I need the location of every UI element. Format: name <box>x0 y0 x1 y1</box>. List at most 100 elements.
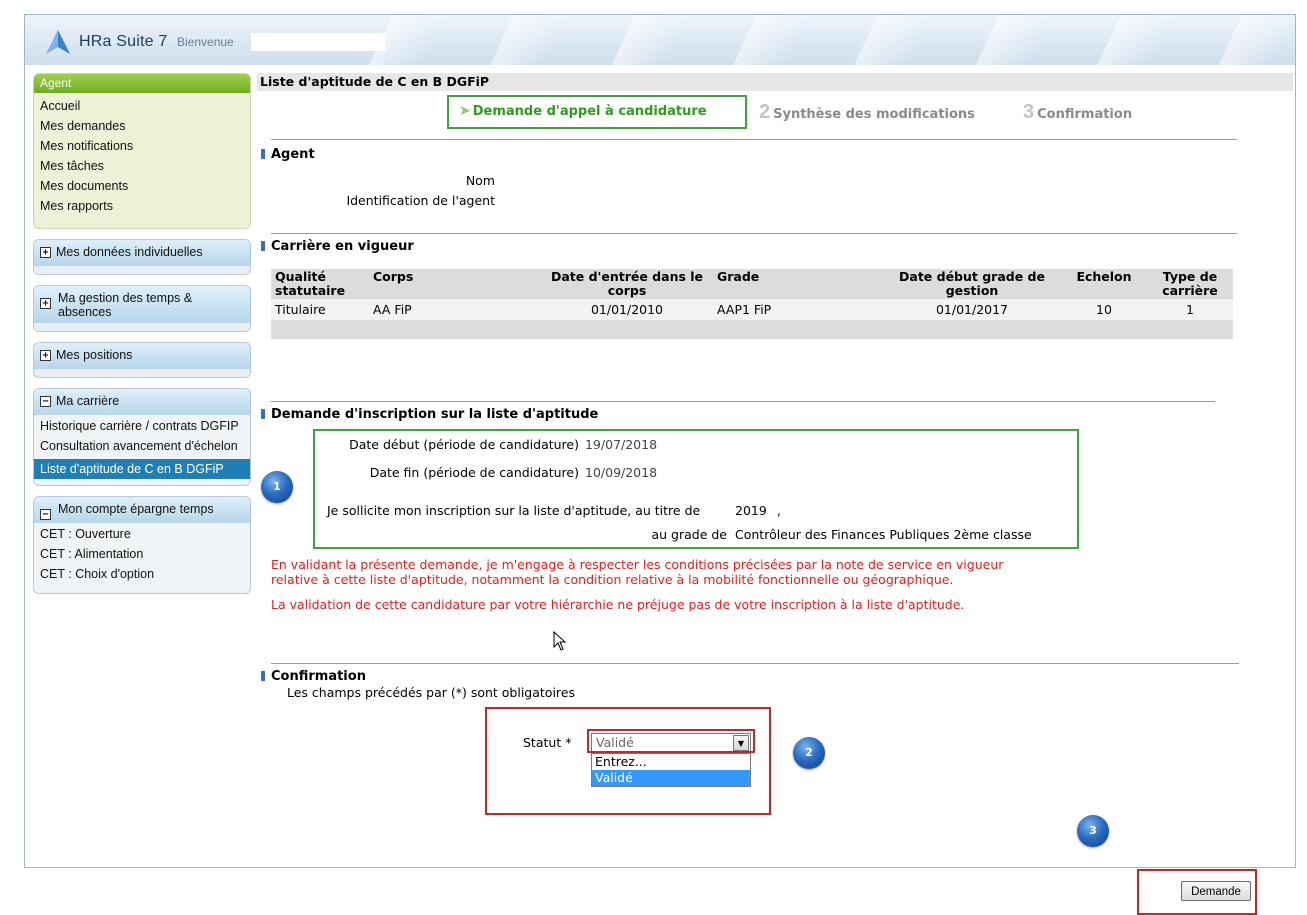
sidebar-item-mes-taches[interactable]: Mes tâches <box>40 156 244 176</box>
panel-footer <box>34 266 250 274</box>
expand-icon[interactable]: + <box>40 298 51 309</box>
panel-donnees: + Mes données individuelles <box>33 239 251 275</box>
option-valide[interactable]: Validé <box>592 770 750 786</box>
step-3-confirmation[interactable]: 3 Confirmation <box>1023 101 1132 124</box>
table-header-row: Qualité statutaire Corps Date d'entrée d… <box>271 269 1233 299</box>
demande-button[interactable]: Demande <box>1181 881 1251 901</box>
divider <box>271 401 1215 402</box>
step-arrow-icon: ➤ <box>459 103 471 119</box>
cell-date-debut-grade: 01/01/2017 <box>883 299 1061 320</box>
wizard-steps: ➤ Demande d'appel à candidature 2 Synthèse… <box>447 95 1247 129</box>
sidebar-item-consultation-avancement[interactable]: Consultation avancement d'échelon <box>40 439 244 453</box>
required-note: Les champs précédés par (*) sont obligat… <box>287 685 575 700</box>
collapse-icon[interactable]: − <box>40 396 51 408</box>
panel-title: Ma gestion des temps & absences <box>58 291 193 319</box>
col-date-debut-grade: Date début grade de gestion <box>883 269 1061 299</box>
section-carriere-title: Carrière en vigueur <box>261 239 414 254</box>
grade-value: Contrôleur des Finances Publiques 2ème c… <box>735 527 1032 542</box>
table-footer <box>271 320 1233 339</box>
cell-type-carriere: 1 <box>1147 299 1233 320</box>
sidebar-item-cet-choix-option[interactable]: CET : Choix d'option <box>40 567 244 581</box>
agent-menu-header: Agent <box>34 74 250 93</box>
grade-label: au grade de <box>651 527 727 542</box>
step-2-label: Synthèse des modifications <box>773 107 975 122</box>
sidebar-item-mes-documents[interactable]: Mes documents <box>40 176 244 196</box>
welcome-text: Bienvenue <box>177 35 234 49</box>
panel-carriere: − Ma carrière Historique carrière / contr… <box>33 388 251 486</box>
divider <box>271 663 1239 664</box>
header-decoration <box>325 15 1295 65</box>
collapse-icon[interactable]: − <box>40 509 51 520</box>
cell-date-entree: 01/01/2010 <box>541 299 713 320</box>
table-row: Titulaire AA FiP 01/01/2010 AAP1 FiP 01/… <box>271 299 1233 320</box>
date-debut-label: Date début (période de candidature) <box>349 437 579 452</box>
sidebar-item-liste-aptitude[interactable]: Liste d'aptitude de C en B DGFiP <box>34 459 250 479</box>
expand-icon[interactable]: + <box>40 350 51 362</box>
col-grade: Grade <box>713 269 883 299</box>
statut-label: Statut * <box>523 735 572 750</box>
page-title: Liste d'aptitude de C en B DGFiP <box>257 73 1293 91</box>
step-2-synthese[interactable]: 2 Synthèse des modifications <box>759 101 975 124</box>
panel-title: Mon compte épargne temps <box>58 502 214 516</box>
main-content: Liste d'aptitude de C en B DGFiP ➤ Demand… <box>257 73 1293 915</box>
cell-qualite: Titulaire <box>271 299 369 320</box>
sidebar-item-accueil[interactable]: Accueil <box>40 96 244 116</box>
nom-label: Nom <box>465 173 495 188</box>
step-1-label: Demande d'appel à candidature <box>472 104 707 119</box>
sidebar-item-cet-ouverture[interactable]: CET : Ouverture <box>40 527 244 541</box>
panel-title: Mes données individuelles <box>56 245 203 259</box>
panel-positions: + Mes positions <box>33 342 251 378</box>
section-confirmation-title: Confirmation <box>261 669 366 684</box>
panel-footer <box>34 323 250 331</box>
section-agent-title: Agent <box>261 147 315 162</box>
sidebar-item-mes-demandes[interactable]: Mes demandes <box>40 116 244 136</box>
cell-grade: AAP1 FiP <box>713 299 883 320</box>
panel-cet: − Mon compte épargne temps CET : Ouvertur… <box>33 496 251 594</box>
panel-title: Ma carrière <box>56 394 120 408</box>
select-highlight-box <box>587 729 755 753</box>
panel-title: Mes positions <box>56 348 133 362</box>
panel-header-carriere[interactable]: − Ma carrière <box>34 389 250 415</box>
col-corps: Corps <box>369 269 541 299</box>
app-header: HRa Suite 7 Bienvenue <box>25 15 1295 65</box>
col-echelon: Echelon <box>1061 269 1147 299</box>
warning-line-1: En validant la présente demande, je m'en… <box>271 557 1004 572</box>
divider <box>271 233 1237 234</box>
panel-header-temps[interactable]: + Ma gestion des temps & absences <box>34 286 250 323</box>
sollicite-text: Je sollicite mon inscription sur la list… <box>327 503 701 518</box>
date-fin-label: Date fin (période de candidature) <box>369 465 579 480</box>
sidebar-item-cet-alimentation[interactable]: CET : Alimentation <box>40 547 244 561</box>
annotation-badge-2: 2 <box>793 737 825 769</box>
option-entrez[interactable]: Entrez... <box>592 754 750 770</box>
step-1-demande[interactable]: ➤ Demande d'appel à candidature <box>447 95 747 129</box>
cell-corps: AA FiP <box>369 299 541 320</box>
date-debut-value: 19/07/2018 <box>585 437 658 452</box>
date-fin-value: 10/09/2018 <box>585 465 658 480</box>
annotation-badge-3: 3 <box>1077 815 1109 847</box>
panel-header-donnees[interactable]: + Mes données individuelles <box>34 240 250 266</box>
col-qualite: Qualité statutaire <box>271 269 369 299</box>
app-title: HRa Suite 7 <box>79 33 168 50</box>
panel-header-positions[interactable]: + Mes positions <box>34 343 250 369</box>
agent-menu: Agent Accueil Mes demandes Mes notificat… <box>33 73 251 229</box>
sidebar-item-historique-carriere[interactable]: Historique carrière / contrats DGFIP <box>40 419 244 433</box>
sidebar-item-mes-rapports[interactable]: Mes rapports <box>40 196 244 216</box>
warning-hierarchie: La validation de cette candidature par v… <box>271 597 965 612</box>
section-inscription-title: Demande d'inscription sur la liste d'apt… <box>261 407 598 422</box>
sidebar-item-mes-notifications[interactable]: Mes notifications <box>40 136 244 156</box>
step-3-label: Confirmation <box>1037 107 1133 122</box>
sidebar: Agent Accueil Mes demandes Mes notificat… <box>33 73 251 594</box>
carriere-table: Qualité statutaire Corps Date d'entrée d… <box>271 269 1233 339</box>
annee-value: 2019 <box>735 503 767 518</box>
user-name-field <box>251 33 385 51</box>
panel-header-cet[interactable]: − Mon compte épargne temps <box>34 497 250 523</box>
cell-echelon: 10 <box>1061 299 1147 320</box>
panel-footer <box>34 369 250 377</box>
col-date-entree: Date d'entrée dans le corps <box>541 269 713 299</box>
divider <box>271 139 1237 140</box>
expand-icon[interactable]: + <box>40 247 51 259</box>
step-2-number: 2 <box>759 101 771 123</box>
warning-line-2: relative à cette liste d'aptitude, notam… <box>271 572 954 587</box>
statut-options-list: Entrez... Validé <box>591 753 751 787</box>
annotation-badge-1: 1 <box>261 471 293 503</box>
